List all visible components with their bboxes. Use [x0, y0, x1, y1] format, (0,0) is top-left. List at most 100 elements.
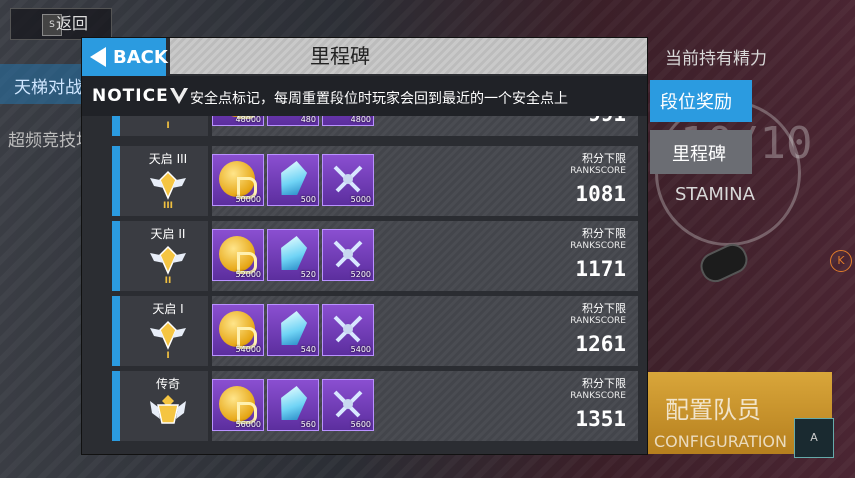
notice-label: NOTICE — [92, 86, 169, 106]
swords-reward[interactable]: 5400 — [322, 304, 374, 356]
swords-reward[interactable]: 4800 — [322, 116, 374, 126]
coin-reward[interactable]: 56000 — [212, 379, 264, 431]
coin-reward[interactable]: 48000 — [212, 116, 264, 126]
crystal-icon — [276, 311, 309, 345]
milestone-row: 传奇 56000 560 5600 积分下限 RANKSCORE 1351 — [112, 371, 638, 441]
milestone-row: 天启 II II 52000 520 5200 积分下限 RANKSCORE 1… — [112, 221, 638, 291]
score-value: 991 — [588, 116, 626, 126]
swords-qty: 5600 — [350, 420, 371, 429]
modal-title: 里程碑 — [310, 44, 370, 68]
back-arrow-icon — [90, 47, 106, 67]
rank-cell: 传奇 — [120, 371, 208, 441]
swords-reward[interactable]: 5200 — [322, 229, 374, 281]
rank-numeral: II — [164, 276, 172, 286]
rank-name: 天启 II — [150, 227, 186, 241]
crystal-qty: 480 — [300, 116, 316, 124]
crossed-swords-icon — [333, 165, 363, 193]
rank-numeral: III — [162, 201, 174, 211]
config-subtitle: CONFIGURATION — [654, 432, 787, 451]
back-button-label: BACK — [113, 47, 168, 68]
coin-icon — [219, 236, 257, 274]
crossed-swords-icon — [333, 240, 363, 268]
coin-icon — [219, 161, 257, 199]
coin-reward[interactable]: 54000 — [212, 304, 264, 356]
stamina-label: STAMINA — [675, 184, 755, 205]
coin-icon — [219, 386, 257, 424]
score-sublabel: RANKSCORE — [570, 316, 626, 326]
rank-cell: 天启 III III — [120, 146, 208, 216]
crystal-reward[interactable]: 520 — [267, 229, 319, 281]
swords-qty: 5000 — [350, 195, 371, 204]
safe-point-icon-inner — [174, 88, 184, 97]
reward-cell: 54000 540 5400 积分下限 RANKSCORE 1261 — [212, 296, 638, 366]
score-sublabel: RANKSCORE — [570, 166, 626, 176]
rank-cell: 天启 II II — [120, 221, 208, 291]
reward-cell: 56000 560 5600 积分下限 RANKSCORE 1351 — [212, 371, 638, 441]
rank-name: 天启 III — [148, 152, 188, 166]
swords-reward[interactable]: 5600 — [322, 379, 374, 431]
swords-qty: 5400 — [350, 345, 371, 354]
crystal-reward[interactable]: 500 — [267, 154, 319, 206]
swords-qty: 5200 — [350, 270, 371, 279]
coin-qty: 48000 — [235, 116, 261, 124]
row-accent — [112, 146, 120, 216]
rank-name: 传奇 — [155, 377, 180, 391]
row-accent — [112, 371, 120, 441]
score-sublabel: RANKSCORE — [570, 241, 626, 251]
rank-name: 天启 I — [152, 302, 184, 316]
rank-emblem-icon — [150, 170, 186, 200]
bg-back-label: 返回 — [56, 14, 89, 33]
crystal-reward[interactable]: 480 — [267, 116, 319, 126]
score-label: 积分下限 — [582, 152, 626, 165]
row-accent — [112, 221, 120, 291]
crossed-swords-icon — [333, 315, 363, 343]
score-label: 积分下限 — [582, 377, 626, 390]
coin-qty: 56000 — [235, 420, 261, 429]
coin-reward[interactable]: 52000 — [212, 229, 264, 281]
reward-cell: 48000 480 4800 991 — [212, 116, 638, 136]
crystal-icon — [276, 236, 309, 270]
notice-text: 安全点标记，每周重置段位时玩家会回到最近的一个安全点上 — [190, 91, 568, 107]
swords-reward[interactable]: 5000 — [322, 154, 374, 206]
coin-qty: 52000 — [235, 270, 261, 279]
rank-numeral: I — [166, 351, 170, 361]
crossed-swords-icon — [333, 390, 363, 418]
crystal-icon — [276, 386, 309, 420]
crystal-reward[interactable]: 540 — [267, 304, 319, 356]
score-sublabel: RANKSCORE — [570, 391, 626, 401]
crystal-reward[interactable]: 560 — [267, 379, 319, 431]
reward-cell: 52000 520 5200 积分下限 RANKSCORE 1171 — [212, 221, 638, 291]
rank-numeral: I — [166, 121, 170, 131]
milestone-row: 天启 III III 50000 500 5000 积分下限 RANKSCORE… — [112, 146, 638, 216]
rank-cell: I — [120, 116, 208, 136]
tab-rank-reward[interactable]: 段位奖励 — [650, 80, 752, 122]
milestone-row-partial: I 48000 480 4800 991 — [112, 116, 638, 136]
menu-ladder-label: 天梯对战 — [14, 78, 82, 98]
rank-emblem-icon — [150, 320, 186, 350]
rank-emblem-icon — [150, 245, 186, 275]
milestone-list[interactable]: I 48000 480 4800 991 天启 III III — [112, 116, 642, 446]
row-accent — [112, 116, 120, 136]
tab-milestone[interactable]: 里程碑 — [650, 130, 752, 174]
score-label: 积分下限 — [582, 227, 626, 240]
k-icon[interactable]: K — [830, 250, 852, 272]
menu-arena[interactable]: 超频竞技场 — [8, 126, 93, 151]
score-value: 1351 — [575, 407, 626, 431]
score-value: 1261 — [575, 332, 626, 356]
coin-icon — [219, 311, 257, 349]
crystal-qty: 540 — [300, 345, 316, 354]
tab-milestone-label: 里程碑 — [672, 144, 726, 165]
coin-reward[interactable]: 50000 — [212, 154, 264, 206]
coin-qty: 54000 — [235, 345, 261, 354]
crystal-icon — [276, 161, 309, 195]
score-value: 1171 — [575, 257, 626, 281]
crystal-qty: 520 — [300, 270, 316, 279]
a-icon[interactable]: A — [794, 418, 834, 458]
tab-rank-reward-label: 段位奖励 — [660, 92, 732, 113]
crystal-qty: 500 — [300, 195, 316, 204]
energy-title: 当前持有精力 — [665, 49, 767, 69]
milestone-row: 天启 I I 54000 540 5400 积分下限 RANKSCORE 126… — [112, 296, 638, 366]
reward-cell: 50000 500 5000 积分下限 RANKSCORE 1081 — [212, 146, 638, 216]
swords-qty: 4800 — [350, 116, 371, 124]
row-accent — [112, 296, 120, 366]
